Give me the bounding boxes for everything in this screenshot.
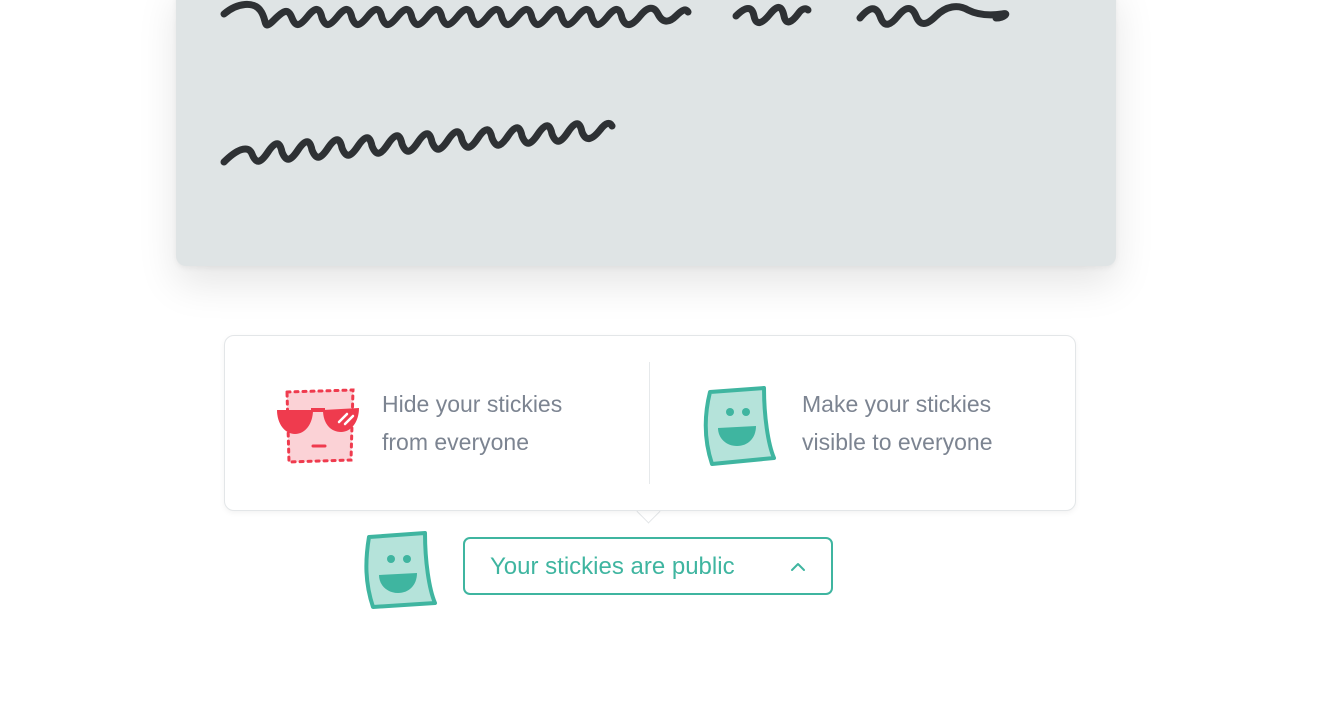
visibility-popover: Hide your stickies from everyone Make yo… (224, 335, 1076, 511)
show-stickies-line2: visible to everyone (802, 429, 993, 455)
hide-stickies-line2: from everyone (382, 429, 530, 455)
visibility-status-label: Your stickies are public (490, 553, 735, 580)
hide-stickies-text: Hide your stickies from everyone (382, 385, 622, 461)
show-stickies-line1: Make your stickies (802, 391, 992, 417)
handwriting-scribble (220, 1, 1010, 166)
sticky-note-card (176, 0, 1116, 266)
visibility-toggle-button[interactable]: Your stickies are public (463, 537, 833, 595)
smiling-sticky-icon (703, 386, 776, 466)
hide-stickies-option[interactable]: Hide your stickies from everyone (225, 336, 649, 510)
smiling-sticky-icon (364, 531, 437, 609)
show-stickies-text: Make your stickies visible to everyone (802, 385, 1042, 461)
show-stickies-option[interactable]: Make your stickies visible to everyone (650, 336, 1074, 510)
chevron-up-icon (791, 563, 805, 571)
sunglasses-sticky-icon (277, 388, 359, 464)
stickies-visibility-screen: Hide your stickies from everyone Make yo… (0, 0, 1320, 720)
hide-stickies-line1: Hide your stickies (382, 391, 563, 417)
